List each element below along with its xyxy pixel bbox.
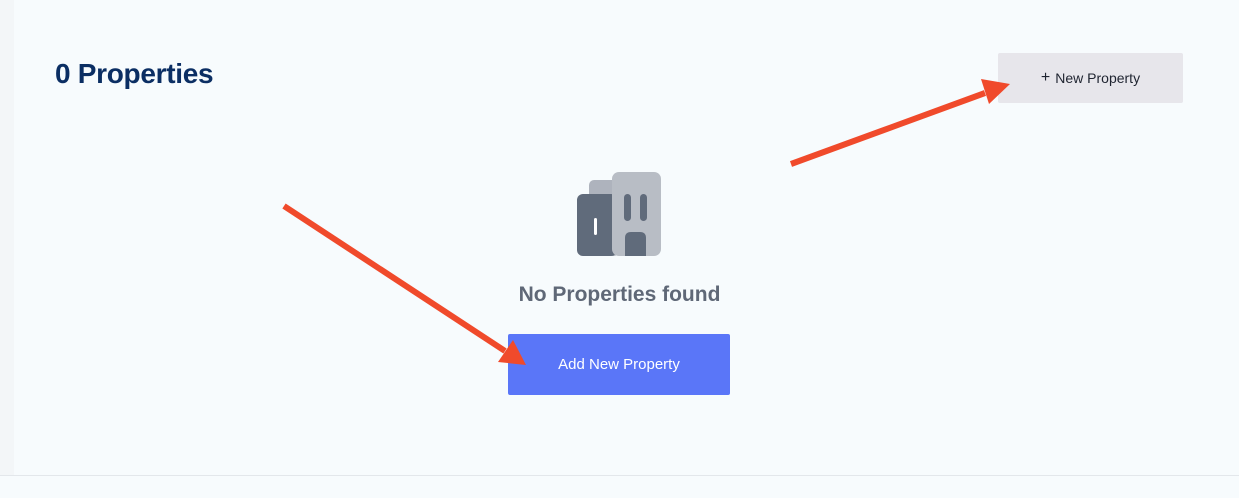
properties-page: 0 Properties + New Property No Propertie… (0, 0, 1239, 498)
empty-state-message: No Properties found (518, 283, 721, 306)
annotation-arrow-top (789, 79, 1010, 167)
sidebar-edge (0, 0, 14, 476)
plus-icon: + (1040, 69, 1051, 86)
page-title: 0 Properties (55, 58, 214, 89)
bottom-divider (0, 475, 1239, 476)
buildings-icon (577, 172, 661, 256)
new-property-button[interactable]: + New Property (998, 53, 1183, 103)
add-new-property-button[interactable]: Add New Property (508, 334, 730, 395)
new-property-label: New Property (1055, 70, 1141, 86)
